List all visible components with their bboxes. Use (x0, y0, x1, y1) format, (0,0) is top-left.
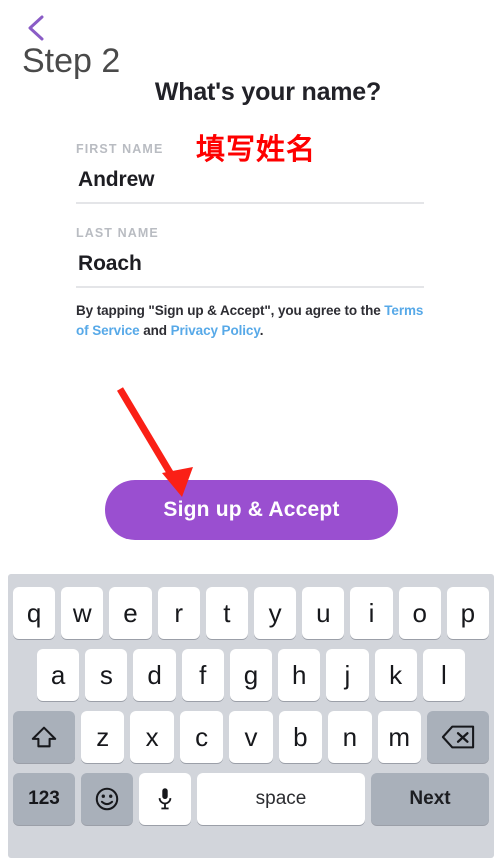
key-r[interactable]: r (157, 587, 200, 639)
key-p[interactable]: p (446, 587, 490, 639)
key-k[interactable]: k (374, 649, 417, 701)
key-c[interactable]: c (179, 711, 224, 763)
shift-arrow-icon (30, 723, 58, 751)
key-e[interactable]: e (109, 587, 152, 639)
back-chevron-icon[interactable] (22, 12, 52, 44)
key-z[interactable]: z (81, 711, 125, 763)
chinese-annotation-note: 填写姓名 (196, 134, 317, 166)
phone-screenshot: Step 2 What's your name? FIRST NAME Andr… (0, 0, 502, 866)
last-name-label: LAST NAME (76, 226, 159, 240)
keyboard-row-1: q w e r t y u i o p (8, 582, 494, 644)
key-f[interactable]: f (181, 649, 224, 701)
key-i[interactable]: i (350, 587, 393, 639)
smiley-face-icon (94, 786, 120, 812)
key-q[interactable]: q (12, 587, 56, 639)
sign-up-and-accept-button[interactable]: Sign up & Accept (105, 480, 398, 540)
key-d[interactable]: d (133, 649, 176, 701)
key-w[interactable]: w (61, 587, 104, 639)
on-screen-keyboard: q w e r t y u i o p a s d f g h j k l z … (8, 574, 494, 858)
first-name-underline (76, 202, 424, 204)
key-n[interactable]: n (328, 711, 372, 763)
step-label: Step 2 (22, 42, 121, 80)
key-u[interactable]: u (302, 587, 345, 639)
key-a[interactable]: a (37, 649, 80, 701)
first-name-input[interactable]: Andrew (78, 168, 424, 192)
backspace-key[interactable] (426, 711, 489, 763)
next-key[interactable]: Next (371, 773, 489, 825)
microphone-key[interactable] (139, 773, 191, 825)
last-name-field-block: LAST NAME Roach (76, 226, 424, 288)
microphone-icon (156, 786, 174, 812)
key-y[interactable]: y (254, 587, 297, 639)
key-s[interactable]: s (85, 649, 128, 701)
shift-key[interactable] (13, 711, 76, 763)
key-j[interactable]: j (326, 649, 369, 701)
keyboard-row-4: 123 space Next (8, 768, 494, 830)
key-l[interactable]: l (422, 649, 465, 701)
legal-suffix: . (259, 323, 264, 339)
key-v[interactable]: v (229, 711, 273, 763)
last-name-input[interactable]: Roach (78, 252, 424, 276)
key-o[interactable]: o (398, 587, 441, 639)
legal-conjunction: and (139, 323, 171, 339)
keyboard-row-3: z x c v b n m (8, 706, 494, 768)
legal-prefix: By tapping "Sign up & Accept", you agree… (76, 303, 385, 318)
legal-disclaimer: By tapping "Sign up & Accept", you agree… (76, 301, 424, 342)
last-name-underline (76, 286, 424, 288)
key-b[interactable]: b (278, 711, 323, 763)
key-x[interactable]: x (130, 711, 174, 763)
key-m[interactable]: m (377, 711, 421, 763)
page-title: What's your name? (154, 78, 382, 106)
key-g[interactable]: g (229, 649, 273, 701)
key-h[interactable]: h (278, 649, 321, 701)
key-t[interactable]: t (205, 587, 248, 639)
name-form: FIRST NAME Andrew LAST NAME Roach By tap… (76, 142, 424, 342)
space-key[interactable]: space (197, 773, 365, 825)
numeric-key[interactable]: 123 (13, 773, 75, 825)
backspace-delete-icon (441, 724, 475, 750)
keyboard-row-2: a s d f g h j k l (8, 644, 494, 706)
privacy-policy-link[interactable]: Privacy Policy (171, 323, 260, 338)
emoji-key[interactable] (81, 773, 133, 825)
